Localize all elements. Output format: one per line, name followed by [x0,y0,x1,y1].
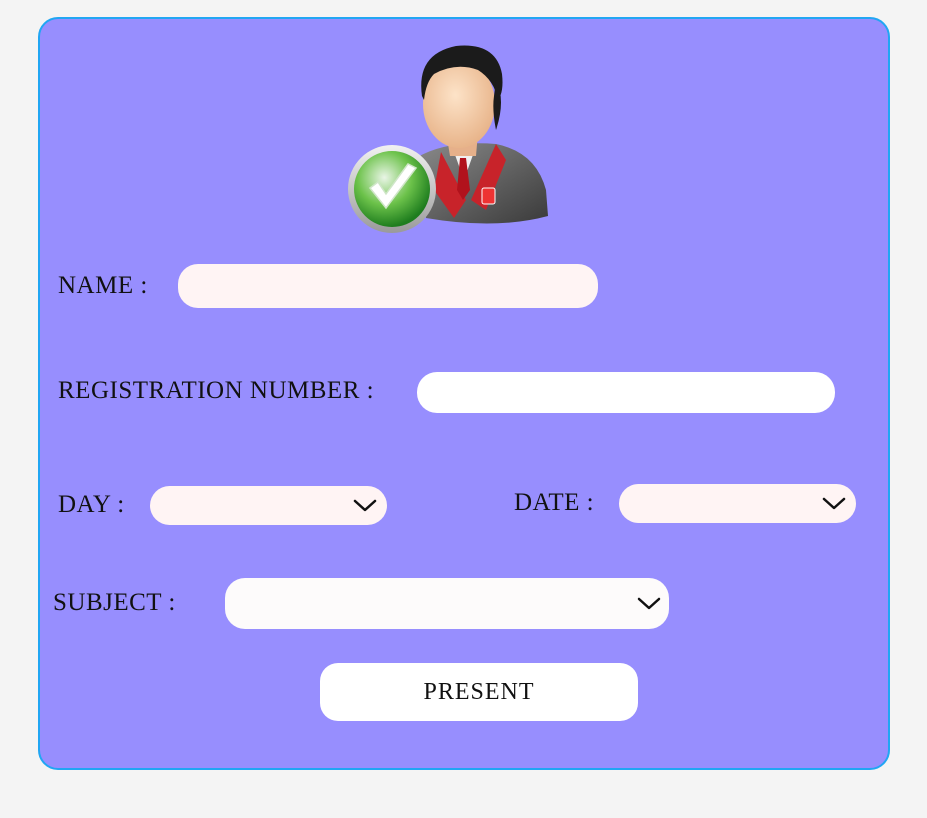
name-label: NAME : [58,272,148,299]
chevron-down-icon [822,497,846,509]
day-label: DAY : [58,491,125,518]
day-select[interactable] [150,486,387,525]
subject-label: SUBJECT : [53,589,176,616]
user-checked-icon [348,45,548,233]
registration-number-field-wrapper [417,372,835,413]
registration-number-label: REGISTRATION NUMBER : [58,377,375,404]
chevron-down-icon [637,597,661,609]
date-label: DATE : [514,489,595,516]
name-input[interactable] [178,264,598,308]
present-button[interactable]: PRESENT [320,663,638,721]
subject-select[interactable] [225,578,669,629]
chevron-down-icon [353,499,377,511]
name-field-wrapper [178,264,598,308]
registration-number-input[interactable] [417,372,835,413]
date-select[interactable] [619,484,856,523]
